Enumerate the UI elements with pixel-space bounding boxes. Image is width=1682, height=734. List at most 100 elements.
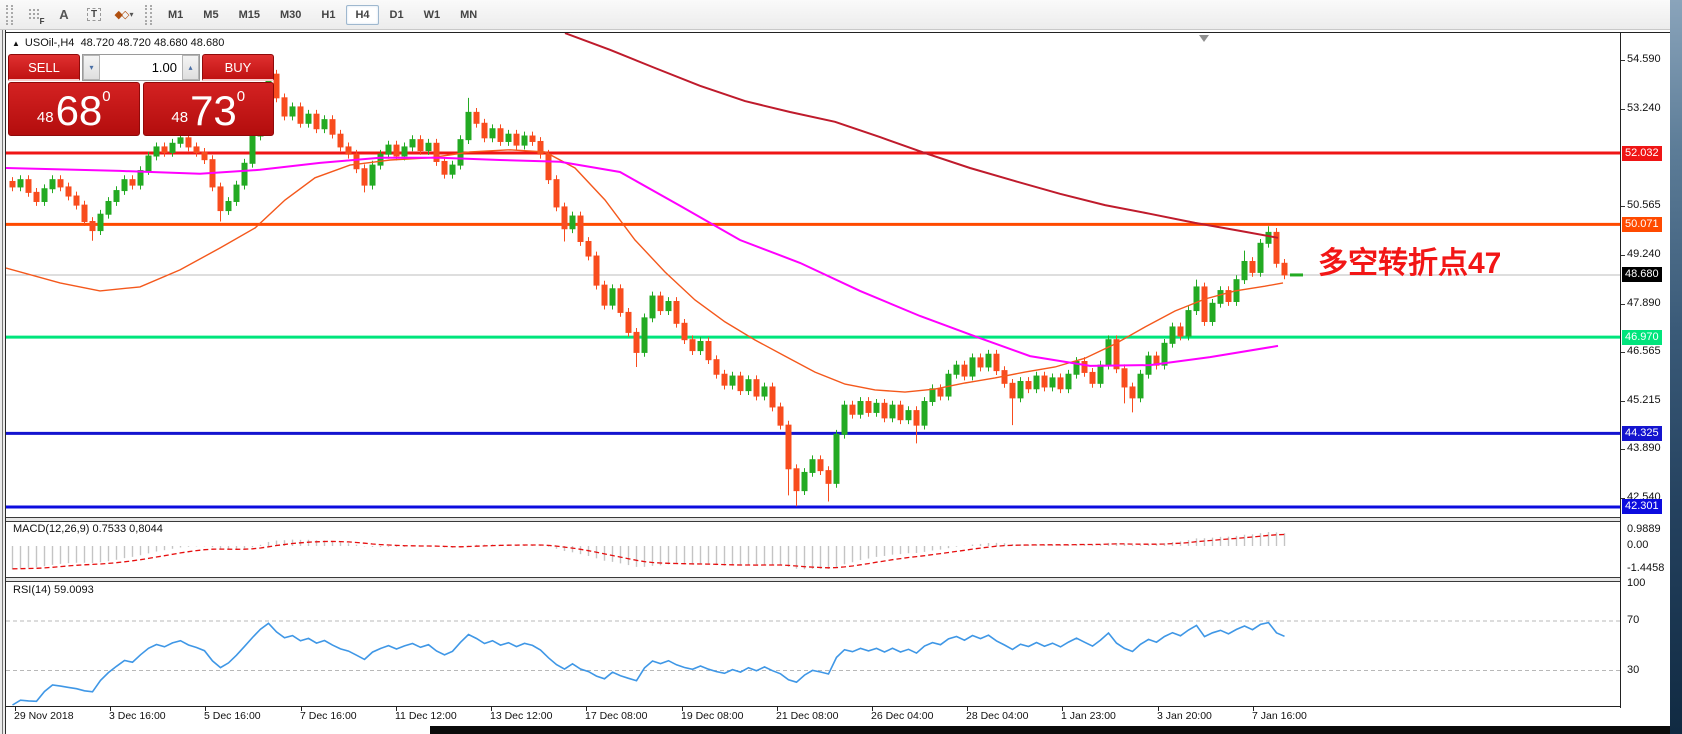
price-tick-dash	[1621, 255, 1625, 256]
price-axis[interactable]: 54.590 53.240 50.565 49.240 47.890 46.565 45.2…	[1620, 33, 1670, 708]
price-tick-label: 43.890	[1627, 442, 1661, 454]
time-label: 29 Nov 2018	[14, 710, 74, 722]
volume-input[interactable]: 1.00	[100, 55, 182, 80]
rsi-axis-30: 30	[1627, 664, 1639, 676]
toolbar-grip[interactable]	[6, 5, 13, 25]
rsi-axis-70: 70	[1627, 614, 1639, 626]
timeframe-button-h4[interactable]: H4	[346, 5, 378, 25]
timeframe-button-m30[interactable]: M30	[271, 5, 310, 25]
time-tick	[15, 707, 16, 711]
buy-quote-box[interactable]: 48730	[143, 82, 275, 136]
price-tick-label: 47.890	[1627, 297, 1661, 309]
macd-axis-0.9889: 0.9889	[1627, 523, 1661, 535]
price-tick-label: 50.565	[1627, 199, 1661, 211]
toolbar: F A T ◆◇▾ M1M5M15M30H1H4D1W1MN	[0, 0, 1670, 30]
price-level-label-42.301: 42.301	[1622, 499, 1662, 514]
time-label: 1 Jan 23:00	[1061, 710, 1116, 722]
symbol-title: USOil-,H4	[25, 37, 75, 49]
current-price-dash	[1290, 273, 1303, 276]
buy-price-prefix: 48	[171, 105, 188, 131]
text-label-icon[interactable]: T	[81, 4, 107, 26]
timeframe-button-m15[interactable]: M15	[230, 5, 269, 25]
rsi-label: RSI(14) 59.0093	[13, 584, 94, 596]
price-tick-label: 45.215	[1627, 394, 1661, 406]
timeframe-button-d1[interactable]: D1	[381, 5, 413, 25]
time-tick	[1158, 707, 1159, 711]
macd-pane	[13, 532, 1285, 569]
price-tick-dash	[1621, 304, 1625, 305]
price-tick-dash	[1621, 109, 1625, 110]
font-a-icon[interactable]: A	[51, 4, 77, 26]
time-tick	[1062, 707, 1063, 711]
time-tick	[396, 707, 397, 711]
price-tick-label: 53.240	[1627, 102, 1661, 114]
time-label: 11 Dec 12:00	[395, 710, 457, 722]
time-label: 28 Dec 04:00	[966, 710, 1028, 722]
price-tick-dash	[1621, 401, 1625, 402]
price-tick-label: 46.565	[1627, 345, 1661, 357]
time-label: 17 Dec 08:00	[585, 710, 647, 722]
macd-signal-line	[13, 535, 1285, 569]
time-axis-line	[6, 706, 1670, 707]
chart-title: ▲ USOil-,H4 48.720 48.720 48.680 48.680	[12, 37, 224, 49]
sell-price-prefix: 48	[37, 105, 54, 131]
time-tick	[682, 707, 683, 711]
chart-shift-marker-icon[interactable]	[1199, 35, 1209, 42]
time-label: 19 Dec 08:00	[681, 710, 743, 722]
macd-label: MACD(12,26,9) 0.7533 0,8044	[13, 523, 163, 535]
grid-f-icon[interactable]: F	[21, 4, 47, 26]
timeframe-button-h1[interactable]: H1	[312, 5, 344, 25]
price-level-label-46.970: 46.970	[1622, 330, 1662, 345]
rsi-axis-100: 100	[1627, 577, 1645, 589]
timeframe-button-mn[interactable]: MN	[451, 5, 486, 25]
time-tick	[491, 707, 492, 711]
time-tick	[586, 707, 587, 711]
time-label: 26 Dec 04:00	[871, 710, 933, 722]
price-tick-dash	[1621, 352, 1625, 353]
time-tick	[205, 707, 206, 711]
ma-slow-darkred	[565, 33, 1278, 238]
time-tick	[301, 707, 302, 711]
time-tick	[110, 707, 111, 711]
price-level-label-52.032: 52.032	[1622, 146, 1662, 161]
price-tick-dash	[1621, 206, 1625, 207]
collapse-triangle-icon[interactable]: ▲	[12, 39, 20, 48]
sell-quote-box[interactable]: 48680	[8, 82, 140, 136]
buy-button[interactable]: BUY	[202, 54, 274, 81]
sell-price-main: 68	[56, 91, 103, 131]
chevron-down-icon: ▾	[129, 10, 133, 19]
chart-annotation-text: 多空转折点47	[1318, 238, 1501, 282]
ohlc-quote: 48.720 48.720 48.680 48.680	[81, 37, 225, 49]
time-label: 7 Dec 16:00	[300, 710, 357, 722]
time-label: 5 Dec 16:00	[204, 710, 261, 722]
timeframe-button-w1[interactable]: W1	[415, 5, 450, 25]
buy-price-main: 73	[190, 91, 237, 131]
time-label: 3 Jan 20:00	[1157, 710, 1212, 722]
volume-stepper: ▾ 1.00 ▴	[82, 54, 200, 81]
time-label: 13 Dec 12:00	[490, 710, 552, 722]
rsi-line	[13, 623, 1285, 705]
volume-decrease-button[interactable]: ▾	[83, 55, 100, 80]
timeframe-button-m1[interactable]: M1	[159, 5, 192, 25]
sell-price-sup: 0	[102, 89, 110, 104]
pane-splitter-macd[interactable]	[6, 517, 1670, 522]
toolbar-grip-2[interactable]	[145, 5, 152, 25]
price-tick-label: 54.590	[1627, 53, 1661, 65]
buy-price-sup: 0	[237, 89, 245, 104]
price-tick-dash	[1621, 449, 1625, 450]
price-level-label-50.071: 50.071	[1622, 217, 1662, 232]
price-tick-dash	[1621, 60, 1625, 61]
pane-splitter-rsi[interactable]	[6, 577, 1670, 582]
macd-axis--1.4458: -1.4458	[1627, 562, 1664, 574]
bottom-black-bar	[430, 726, 1670, 734]
sell-button[interactable]: SELL	[8, 54, 80, 81]
timeframe-button-m5[interactable]: M5	[194, 5, 227, 25]
time-label: 3 Dec 16:00	[109, 710, 166, 722]
styles-icon[interactable]: ◆◇▾	[111, 4, 137, 26]
volume-increase-button[interactable]: ▴	[182, 55, 199, 80]
current-price-label: 48.680	[1622, 267, 1662, 282]
price-tick-label: 49.240	[1627, 248, 1661, 260]
macd-axis-0.00: 0.00	[1627, 539, 1648, 551]
desktop-background-strip	[1670, 0, 1682, 734]
time-label: 7 Jan 16:00	[1252, 710, 1307, 722]
